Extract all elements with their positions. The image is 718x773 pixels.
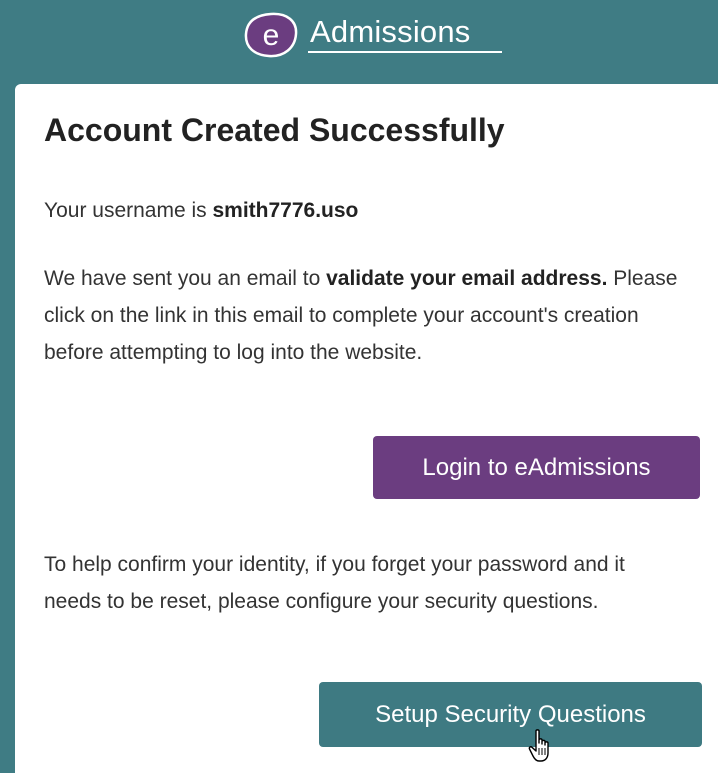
username-line: Your username is smith7776.uso [44, 192, 684, 229]
logo-badge-icon: e [243, 11, 299, 59]
email-text-1: We have sent you an email to [44, 267, 327, 290]
logo-letter: e [263, 19, 280, 52]
eadmissions-logo: e Admissions [243, 10, 502, 60]
header-bar: e Admissions [0, 0, 718, 80]
logo-text: Admissions [310, 14, 471, 49]
username-prefix: Your username is [44, 199, 213, 222]
username-value: smith7776.uso [212, 199, 359, 222]
login-button[interactable]: Login to eAdmissions [373, 436, 700, 499]
content-card: Account Created Successfully Your userna… [15, 84, 718, 773]
email-bold-text: validate your email address. [326, 267, 608, 290]
email-validation-paragraph: We have sent you an email to validate yo… [44, 260, 684, 371]
identity-paragraph: To help confirm your identity, if you fo… [44, 553, 625, 613]
page-title: Account Created Successfully [44, 112, 505, 148]
logo-underline [308, 51, 502, 53]
setup-security-questions-button[interactable]: Setup Security Questions [319, 682, 702, 747]
